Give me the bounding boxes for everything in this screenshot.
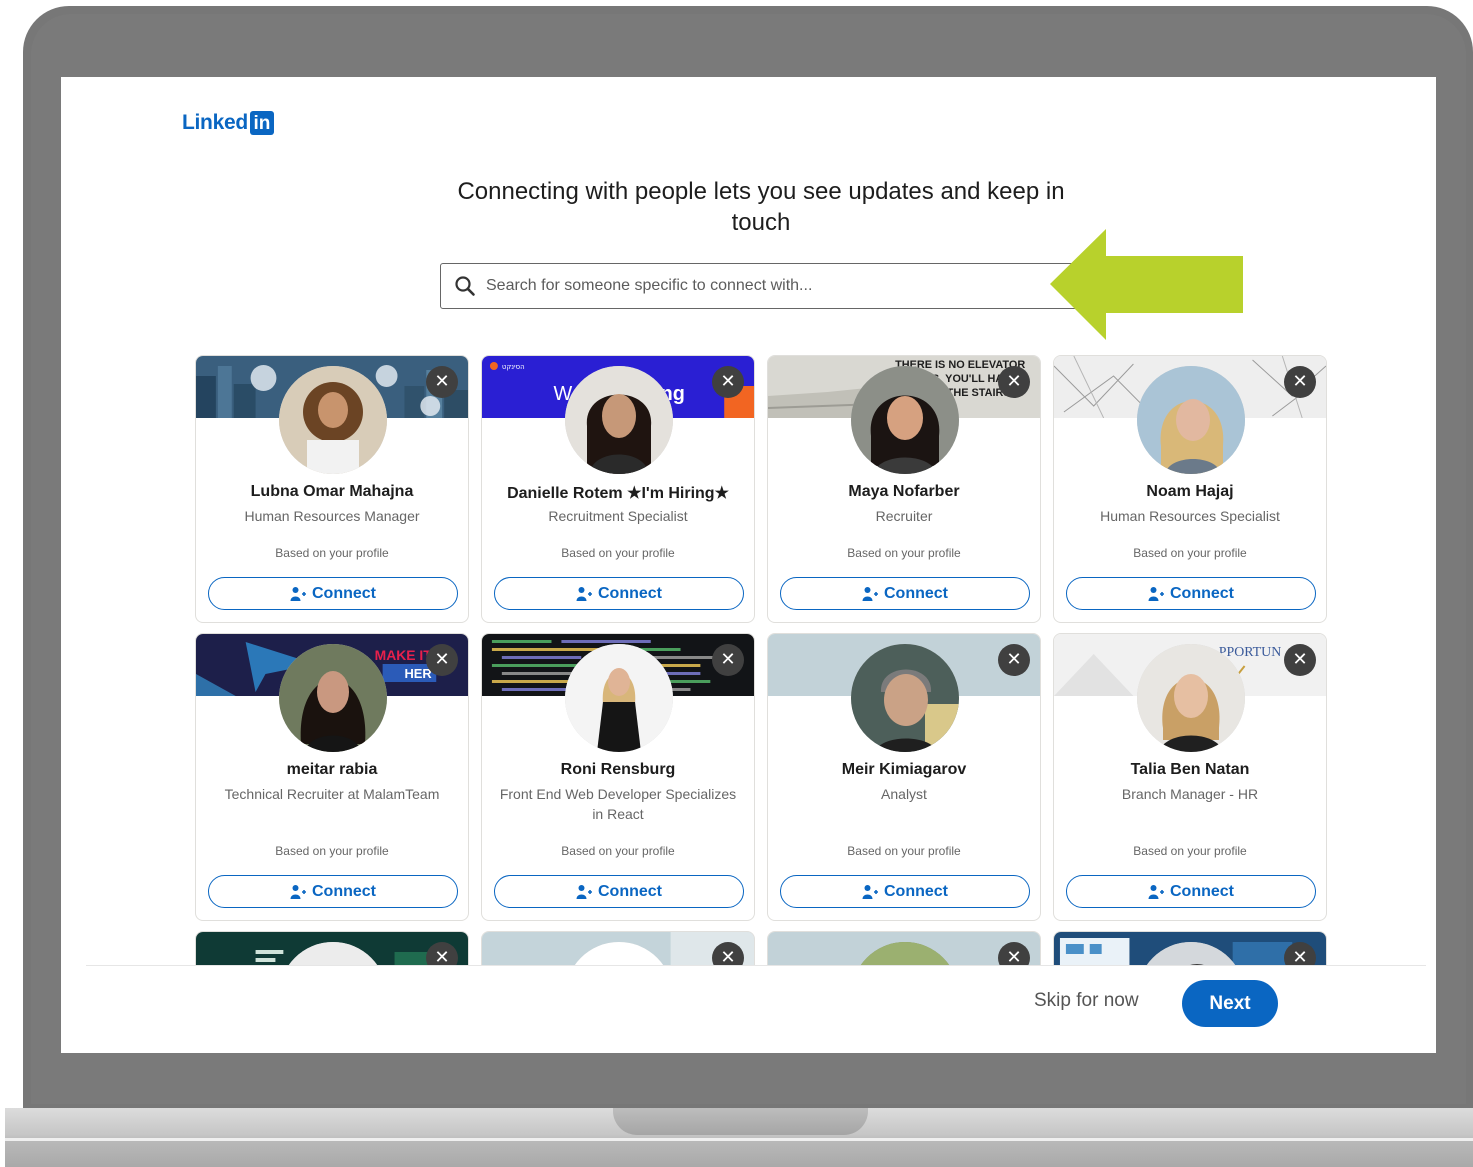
search-icon [455,276,475,296]
add-person-icon [1148,586,1164,601]
connect-button[interactable]: Connect [208,875,458,908]
suggestion-card: הסינקט W ng ✕ Danielle Rotem ★I'm Hiring… [481,355,755,623]
linkedin-in-icon: in [249,111,274,135]
person-headline: Human Resources Manager [244,508,420,524]
dismiss-button[interactable]: ✕ [426,644,458,676]
suggestion-card: ✕ Roni Rensburg Front End Web Developer … [481,633,755,921]
suggestion-card: ✕ Meir Kimiagarov Analyst Based on your … [767,633,1041,921]
skip-button[interactable]: Skip for now [1034,990,1139,1012]
connect-button[interactable]: Connect [1066,875,1316,908]
page-title: Connecting with people lets you see upda… [457,178,1065,236]
suggestion-reason: Based on your profile [275,546,389,560]
dismiss-button[interactable]: ✕ [1284,366,1316,398]
profile-photo[interactable] [279,644,387,752]
laptop-notch [613,1108,868,1135]
person-headline: Recruitment Specialist [548,508,688,524]
suggestion-card: PPORTUN ✕ Talia Ben Natan Branch Manager… [1053,633,1327,921]
profile-photo[interactable] [565,644,673,752]
suggestion-card: THERE IS NO ELEVATOR CES, YOU'LL HAVE TH… [767,355,1041,623]
add-person-icon [576,884,592,899]
dismiss-button[interactable]: ✕ [998,366,1030,398]
footer-bar: Skip for now Next [86,965,1426,1053]
suggestion-card: MAKE IT HER ✕ meitar rabia Technical Rec… [195,633,469,921]
person-name[interactable]: meitar rabia [204,761,460,779]
dismiss-button[interactable]: ✕ [712,644,744,676]
banner-text: PPORTUN [1219,645,1281,660]
screen: Linked in Connecting with people lets you… [61,77,1436,1053]
connect-button[interactable]: Connect [1066,577,1316,610]
person-name[interactable]: Noam Hajaj [1062,483,1318,501]
next-button[interactable]: Next [1182,980,1278,1027]
add-person-icon [1148,884,1164,899]
add-person-icon [290,884,306,899]
suggestion-reason: Based on your profile [847,546,961,560]
person-name[interactable]: Meir Kimiagarov [776,761,1032,779]
search-input[interactable] [484,276,1048,296]
profile-photo[interactable] [1137,366,1245,474]
person-headline: Technical Recruiter at MalamTeam [224,786,440,802]
suggestion-reason: Based on your profile [561,546,675,560]
profile-photo[interactable] [565,366,673,474]
person-headline: Recruiter [875,508,933,524]
dismiss-button[interactable]: ✕ [998,644,1030,676]
profile-photo[interactable] [851,366,959,474]
person-headline: Front End Web Developer Specializes in R… [499,786,737,822]
suggestion-card: ✕ Noam Hajaj Human Resources Specialist … [1053,355,1327,623]
add-person-icon [576,586,592,601]
person-headline: Analyst [881,786,927,802]
profile-photo[interactable] [851,644,959,752]
suggestion-reason: Based on your profile [561,844,675,858]
add-person-icon [862,586,878,601]
add-person-icon [862,884,878,899]
connect-button[interactable]: Connect [780,875,1030,908]
person-headline: Human Resources Specialist [1100,508,1280,524]
connect-button[interactable]: Connect [494,577,744,610]
laptop-base-edge [5,1138,1473,1141]
person-name[interactable]: Roni Rensburg [490,761,746,779]
dismiss-button[interactable]: ✕ [1284,644,1316,676]
connect-button[interactable]: Connect [208,577,458,610]
suggestion-reason: Based on your profile [847,844,961,858]
connect-button[interactable]: Connect [494,875,744,908]
person-name[interactable]: Talia Ben Natan [1062,761,1318,779]
banner-text-top: MAKE IT [375,647,433,663]
suggestion-reason: Based on your profile [275,844,389,858]
linkedin-logo[interactable]: Linked in [182,111,274,135]
add-person-icon [290,586,306,601]
person-name[interactable]: Lubna Omar Mahajna [204,483,460,501]
green-arrow-annotation [1050,229,1243,340]
suggestion-reason: Based on your profile [1133,844,1247,858]
person-name[interactable]: Danielle Rotem ★I'm Hiring★ [490,483,746,503]
svg-text:הסינקט: הסינקט [502,363,525,371]
dismiss-button[interactable]: ✕ [712,366,744,398]
dismiss-button[interactable]: ✕ [426,366,458,398]
connect-button[interactable]: Connect [780,577,1030,610]
suggestion-card: ✕ Lubna Omar Mahajna Human Resources Man… [195,355,469,623]
person-headline: Branch Manager - HR [1121,786,1259,802]
search-box[interactable] [440,263,1081,309]
suggestion-reason: Based on your profile [1133,546,1247,560]
profile-photo[interactable] [279,366,387,474]
profile-photo[interactable] [1137,644,1245,752]
person-name[interactable]: Maya Nofarber [776,483,1032,501]
